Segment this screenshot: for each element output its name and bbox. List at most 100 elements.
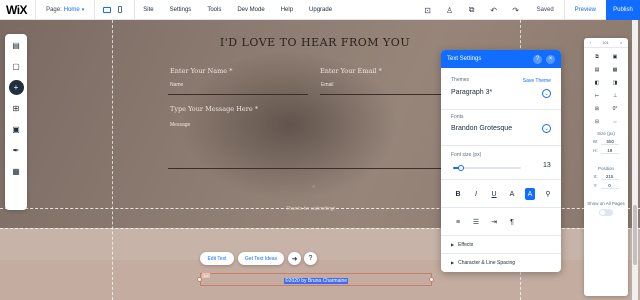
rotate-angle[interactable]: 0°: [606, 106, 624, 112]
message-underline: [168, 168, 470, 169]
help-icon[interactable]: ?: [304, 252, 317, 265]
menu-settings[interactable]: Settings: [162, 7, 200, 13]
canvas-scrollbar[interactable]: [632, 20, 638, 300]
underline-button[interactable]: U: [485, 188, 503, 200]
bring-forward-icon[interactable]: ◧: [588, 80, 606, 86]
menus-pages-icon[interactable]: ▤: [9, 38, 24, 53]
align-section: ≡ ☰ ⇥ ¶: [441, 208, 561, 236]
resize-handle-left[interactable]: [197, 277, 202, 282]
scrollbar-thumb[interactable]: [633, 205, 637, 265]
menu-site[interactable]: Site: [135, 7, 161, 13]
resize-handle-right[interactable]: [429, 277, 434, 282]
x-input[interactable]: 215: [600, 174, 619, 180]
chevron-down-icon[interactable]: ⌄: [542, 89, 551, 98]
contact-heading[interactable]: I'D LOVE TO HEAR FROM YOU: [160, 36, 470, 49]
zoom-out-icon[interactable]: ⊡: [417, 0, 439, 20]
triangle-right-icon: ▶: [451, 242, 455, 247]
message-field[interactable]: Message: [170, 122, 190, 128]
undo-icon[interactable]: ↶: [483, 0, 505, 20]
text-color-button[interactable]: A: [503, 188, 521, 200]
align-icon[interactable]: ≡: [449, 216, 467, 228]
grid-guide: [112, 20, 113, 300]
link-icon[interactable]: ⚲: [539, 188, 557, 200]
mobile-icon[interactable]: [118, 6, 123, 13]
font-select[interactable]: Brandon Grotesque: [451, 125, 512, 132]
send-backward-icon[interactable]: ◨: [606, 80, 624, 86]
save-theme-link[interactable]: Save Theme: [523, 78, 551, 84]
pen-blog-icon[interactable]: ✒: [9, 143, 24, 158]
layers-icon[interactable]: ⧉: [461, 0, 483, 20]
highlight-button[interactable]: A: [525, 188, 535, 200]
theme-select[interactable]: Paragraph 3*: [451, 89, 492, 96]
arrange-tools: ⧉ ▣ ▤ ▦ ◧ ◨ ⊢ ⊥ ⊞ 0° ⊟ ⇔: [584, 48, 628, 131]
bold-button[interactable]: B: [449, 188, 467, 200]
width-row: W: 550: [584, 139, 628, 145]
page-selector[interactable]: Page: Home ▾: [36, 0, 94, 20]
inspector-header: ‹ 101 ×: [584, 38, 628, 48]
saved-status: Saved: [536, 7, 554, 13]
align-center-icon[interactable]: ⊥: [606, 93, 624, 99]
desktop-icon[interactable]: [103, 6, 112, 13]
slider-knob[interactable]: [458, 165, 465, 171]
font-size-slider[interactable]: [453, 165, 521, 171]
stretch-icon[interactable]: ⇔: [606, 119, 624, 125]
get-text-ideas-button[interactable]: Get Text Ideas: [238, 252, 284, 265]
y-input[interactable]: 0: [600, 183, 619, 189]
width-input[interactable]: 550: [601, 139, 620, 145]
delete-icon[interactable]: ▦: [606, 67, 624, 73]
height-key: H:: [593, 148, 598, 153]
italic-button[interactable]: I: [467, 188, 485, 200]
menu-upgrade[interactable]: Upgrade: [301, 7, 340, 13]
height-input[interactable]: 18: [600, 148, 619, 154]
background-icon[interactable]: ▢: [9, 59, 24, 74]
footer-copyright-text[interactable]: ©2020 by Bruna Charmaine: [284, 278, 349, 284]
panel-title: Text Settings: [447, 56, 482, 62]
x-key: X:: [593, 174, 598, 179]
redo-icon[interactable]: ↷: [505, 0, 527, 20]
bullet-list-icon[interactable]: ☰: [467, 216, 485, 228]
paste-icon[interactable]: ▣: [606, 54, 624, 60]
publish-button[interactable]: Publish: [606, 0, 640, 20]
email-field[interactable]: Email: [321, 82, 334, 88]
submit-marker: ○: [312, 184, 316, 190]
app-market-icon[interactable]: ⊞: [9, 101, 24, 116]
y-row: Y: 0: [584, 183, 628, 189]
preview-button[interactable]: Preview: [565, 0, 606, 20]
help-icon[interactable]: ?: [533, 54, 542, 64]
spacing-expander[interactable]: ▶ Character & Line Spacing: [451, 260, 515, 266]
collapse-icon[interactable]: ‹: [590, 40, 591, 45]
close-icon[interactable]: ×: [546, 54, 555, 64]
wix-logo[interactable]: WiX: [0, 3, 35, 17]
indent-icon[interactable]: ⇥: [485, 216, 503, 228]
distribute-icon[interactable]: ⊞: [588, 106, 606, 112]
copy-icon[interactable]: ⧉: [588, 54, 606, 60]
animation-icon[interactable]: ➜: [288, 252, 301, 265]
inspector-zoom: 101: [602, 40, 609, 45]
font-size-value[interactable]: 13: [543, 162, 551, 169]
fonts-section: Fonts Brandon Grotesque ⌄: [441, 110, 561, 146]
width-key: W:: [592, 139, 599, 144]
menu-help[interactable]: Help: [273, 7, 301, 13]
themes-label: Themes: [451, 77, 470, 83]
chevron-down-icon[interactable]: ⌄: [542, 124, 551, 133]
add-icon[interactable]: +: [8, 80, 24, 95]
spacing-row[interactable]: ▶ Character & Line Spacing: [441, 254, 561, 272]
media-icon[interactable]: ▣: [9, 122, 24, 137]
format-section: B I U A A ⚲: [441, 180, 561, 208]
bookings-icon[interactable]: ▦: [9, 164, 24, 179]
name-underline: [168, 94, 308, 95]
text-direction-icon[interactable]: ¶: [503, 216, 521, 228]
duplicate-icon[interactable]: ▤: [588, 67, 606, 73]
effects-expander[interactable]: ▶ Effects: [451, 242, 473, 248]
user-icon[interactable]: ♙: [439, 0, 461, 20]
menu-tools[interactable]: Tools: [199, 7, 229, 13]
align-left-icon[interactable]: ⊢: [588, 93, 606, 99]
edit-text-button[interactable]: Edit Text: [200, 252, 234, 265]
close-icon[interactable]: ×: [620, 40, 622, 45]
name-field[interactable]: Name: [170, 82, 183, 88]
match-size-icon[interactable]: ⊟: [588, 119, 606, 125]
show-all-pages-toggle[interactable]: [599, 209, 613, 216]
page-label: Page:: [46, 6, 62, 13]
menu-dev-mode[interactable]: Dev Mode: [229, 7, 272, 13]
effects-row[interactable]: ▶ Effects: [441, 236, 561, 254]
